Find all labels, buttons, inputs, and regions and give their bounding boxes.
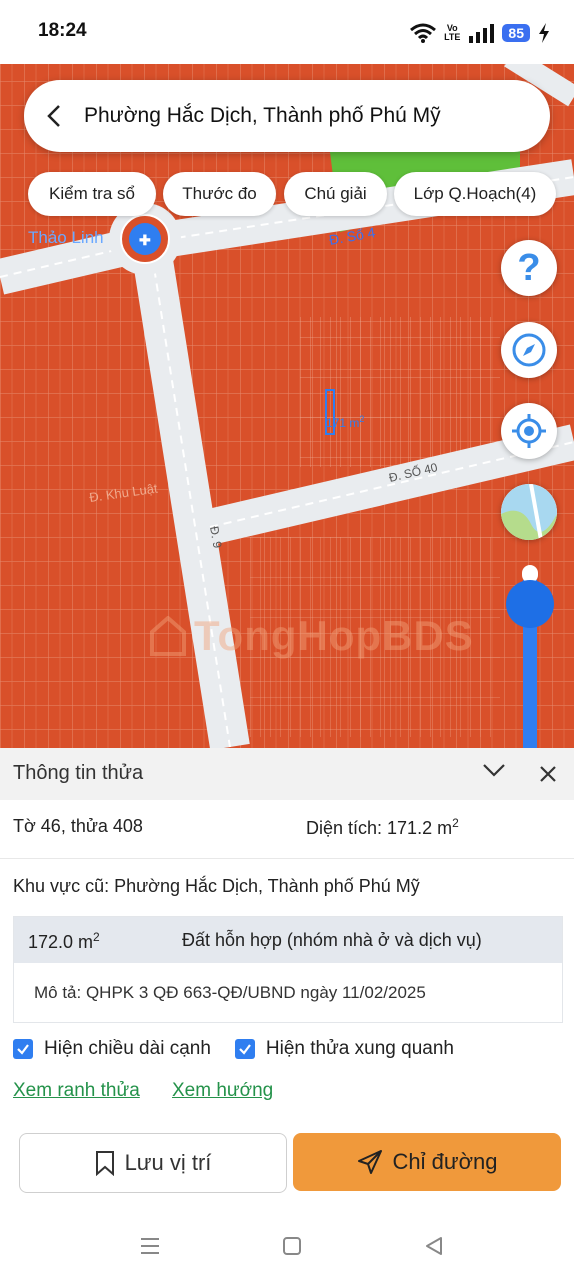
- back-button[interactable]: [24, 104, 84, 128]
- home-square-icon: [283, 1237, 301, 1255]
- lot-area-label: 171 m2: [326, 414, 364, 430]
- location-title: Phường Hắc Dịch, Thành phố Phú Mỹ: [84, 104, 441, 127]
- panel-title: Thông tin thửa: [13, 762, 144, 784]
- lot-row: Tờ 46, thửa 408 Diện tích: 171.2 m2: [13, 816, 563, 838]
- panel-header: Thông tin thửa: [0, 748, 574, 800]
- collapse-button[interactable]: [482, 762, 506, 783]
- lot-number: Tờ 46, thửa 408: [13, 816, 143, 836]
- lot-area: Diện tích: 171.2 m2: [306, 816, 459, 838]
- show-edges-label: Hiện chiều dài cạnh: [44, 1038, 211, 1059]
- opacity-slider-handle[interactable]: [506, 580, 554, 628]
- close-button[interactable]: [538, 764, 558, 789]
- parcel-info-panel: Thông tin thửa Tờ 46, thửa 408 Diện tích…: [0, 748, 574, 1280]
- battery-icon: 85: [502, 24, 530, 42]
- zoning-description: Mô tả: QHPK 3 QĐ 663-QĐ/UBND ngày 11/02/…: [34, 983, 426, 1002]
- send-icon: [357, 1150, 382, 1174]
- show-neighbors-checkbox[interactable]: [234, 1039, 255, 1059]
- svg-text:✚: ✚: [139, 232, 151, 248]
- menu-nav-button[interactable]: [138, 1234, 162, 1263]
- directions-label: Chỉ đường: [392, 1149, 498, 1174]
- old-area-text: Khu vực cũ: Phường Hắc Dịch, Thành phố P…: [13, 876, 420, 896]
- planning-layer-chip[interactable]: Lớp Q.Hoạch(4): [394, 172, 556, 216]
- checkbox-row: Hiện chiều dài cạnh Hiện thửa xung quanh: [13, 1038, 454, 1060]
- save-location-button[interactable]: Lưu vị trí: [19, 1133, 287, 1193]
- status-time: 18:24: [38, 20, 87, 41]
- help-icon: ?: [517, 246, 541, 289]
- save-location-label: Lưu vị trí: [124, 1150, 212, 1175]
- my-location-button[interactable]: [501, 403, 557, 459]
- view-direction-link[interactable]: Xem hướng: [172, 1080, 273, 1102]
- zoning-card: 172.0 m2 Đất hỗn hợp (nhóm nhà ở và dịch…: [13, 916, 563, 1023]
- home-nav-button[interactable]: [280, 1234, 304, 1263]
- zoning-header: 172.0 m2 Đất hỗn hợp (nhóm nhà ở và dịch…: [14, 917, 562, 963]
- status-bar: 18:24 Vo LTE 85: [0, 0, 574, 64]
- view-boundary-link[interactable]: Xem ranh thửa: [13, 1080, 140, 1102]
- directions-button[interactable]: Chỉ đường: [293, 1133, 561, 1191]
- ruler-chip[interactable]: Thước đo: [163, 172, 276, 216]
- system-nav-bar: [0, 1222, 574, 1280]
- back-arrow-icon: [47, 105, 60, 127]
- watermark-logo-icon: [150, 616, 186, 656]
- wifi-icon: [410, 23, 437, 43]
- zoning-area: 172.0 m2: [28, 930, 100, 952]
- check-icon: [17, 1044, 29, 1055]
- check-book-chip[interactable]: Kiểm tra sổ: [28, 172, 156, 216]
- search-bar[interactable]: Phường Hắc Dịch, Thành phố Phú Mỹ: [24, 80, 550, 152]
- show-neighbors-label: Hiện thửa xung quanh: [265, 1038, 454, 1059]
- watermark-text: TongHopBDS: [194, 612, 474, 659]
- show-edges-checkbox[interactable]: [13, 1039, 33, 1059]
- back-nav-button[interactable]: [422, 1234, 446, 1263]
- place-label: Thảo Linh: [28, 228, 104, 247]
- back-triangle-icon: [426, 1237, 442, 1255]
- bookmark-icon: [95, 1151, 114, 1176]
- zoning-type: Đất hỗn hợp (nhóm nhà ở và dịch vụ): [182, 930, 482, 950]
- map-type-button[interactable]: [501, 484, 557, 540]
- close-icon: [540, 766, 556, 782]
- chevron-down-icon: [483, 764, 505, 777]
- compass-button[interactable]: [501, 322, 557, 378]
- watermark: TongHopBDS: [150, 612, 474, 660]
- status-icons: Vo LTE 85: [410, 20, 550, 46]
- legend-chip[interactable]: Chú giải: [284, 172, 387, 216]
- menu-icon: [141, 1238, 159, 1254]
- help-button[interactable]: ?: [501, 240, 557, 296]
- check-icon: [239, 1044, 251, 1055]
- compass-icon: [512, 333, 546, 367]
- divider: [0, 858, 574, 859]
- map-layer-icon: [501, 484, 557, 540]
- signal-icon: [469, 24, 495, 43]
- charging-icon: [539, 23, 549, 43]
- location-crosshair-icon: [512, 414, 546, 448]
- volte-icon: Vo LTE: [444, 23, 461, 42]
